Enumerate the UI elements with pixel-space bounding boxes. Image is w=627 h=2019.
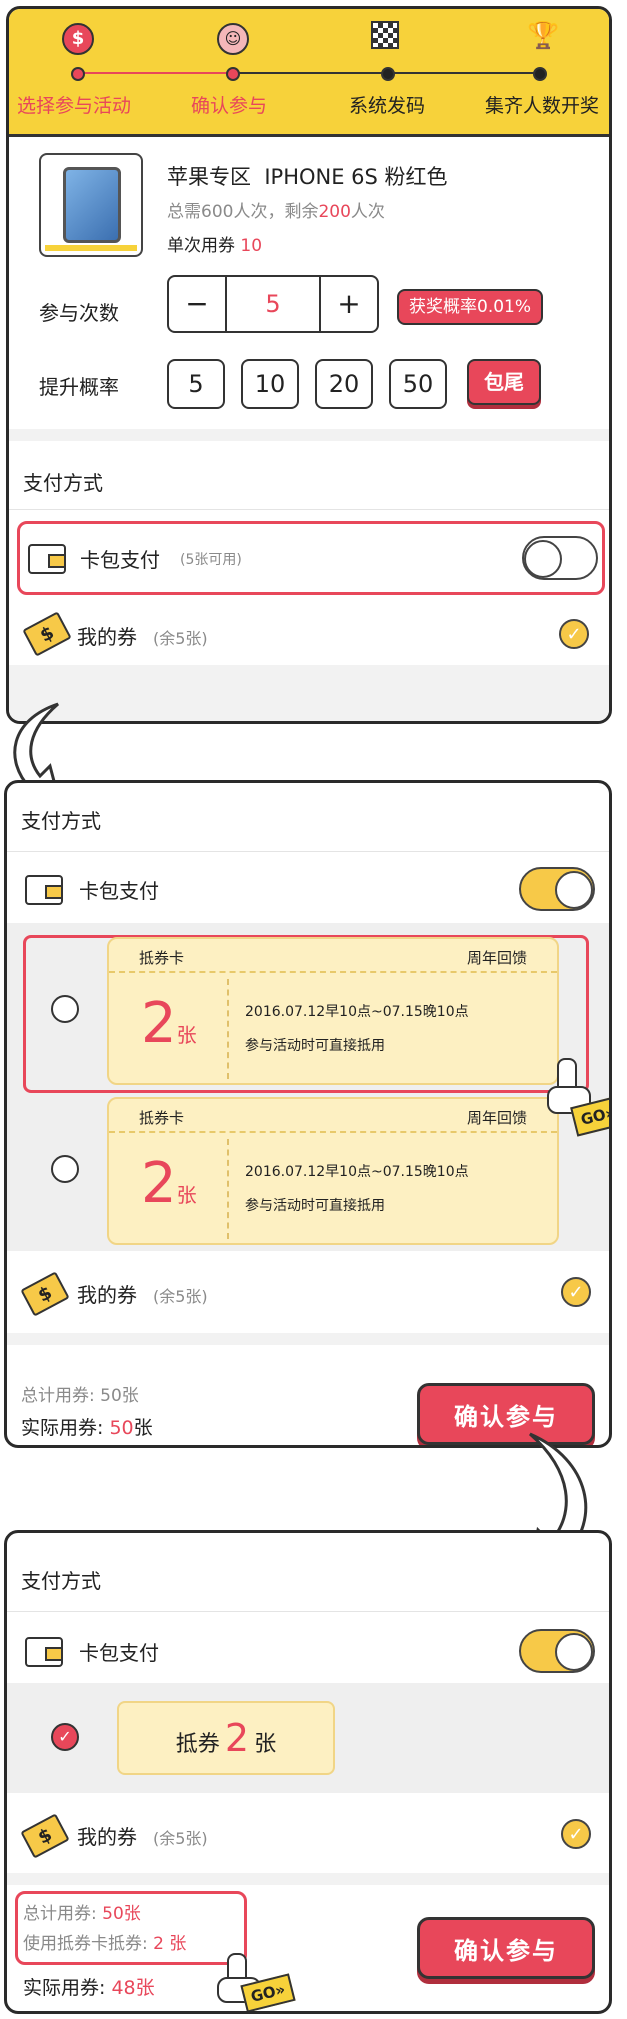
checkered-flag-icon xyxy=(371,21,399,49)
coupon-divider xyxy=(227,1139,229,1239)
coupon-icon: $ xyxy=(20,1813,70,1859)
divider xyxy=(7,1611,609,1612)
coupon-divider xyxy=(227,979,229,1079)
step-3-dot xyxy=(381,67,395,81)
order-panel: $ 选择参与活动 ☺ 确认参与 系统发码 🏆 集齐人数开奖 苹果专区 IPHON… xyxy=(6,6,612,724)
step-1-icon: $ xyxy=(62,23,94,55)
check-icon[interactable]: ✓ xyxy=(559,619,589,649)
coupon-icon: $ xyxy=(20,1271,70,1317)
wallet-icon xyxy=(28,544,66,574)
participate-label: 参与次数 xyxy=(39,301,119,325)
wallet-toggle[interactable] xyxy=(519,1629,595,1673)
my-coupon-hint: (余5张) xyxy=(153,629,208,648)
product-image xyxy=(39,153,143,257)
trophy-icon: 🏆 xyxy=(527,21,560,51)
check-icon[interactable]: ✓ xyxy=(561,1819,591,1849)
wallet-icon xyxy=(25,875,63,905)
section-divider xyxy=(7,1873,609,1885)
product-title: 苹果专区 IPHONE 6S 粉红色 xyxy=(167,165,448,189)
check-icon[interactable]: ✓ xyxy=(561,1277,591,1307)
wallet-pay-hint: (5张可用) xyxy=(180,552,242,568)
wallet-toggle[interactable] xyxy=(519,867,595,911)
wallet-toggle[interactable] xyxy=(522,536,598,580)
selected-check-icon[interactable]: ✓ xyxy=(51,1723,79,1751)
coupon-count: 2张 xyxy=(141,1151,197,1216)
boost-label: 提升概率 xyxy=(39,375,119,399)
step-2-dot xyxy=(226,67,240,81)
total-coupons: 总计用券: 50张 xyxy=(23,1904,141,1924)
my-coupon-label: 我的券 xyxy=(77,1825,137,1849)
step-1-dot xyxy=(71,67,85,81)
coupon-tag: 周年回馈 xyxy=(466,1109,527,1127)
coupon-select-panel: 支付方式 卡包支付 抵券卡 周年回馈 2张 2016.07.12早10点~07.… xyxy=(4,780,612,1448)
step-4-dot xyxy=(533,67,547,81)
deduct-coupons: 使用抵券卡抵券: 2 张 xyxy=(23,1934,187,1954)
coupon-card[interactable]: 抵券卡 周年回馈 2张 2016.07.12早10点~07.15晚10点 参与活… xyxy=(107,1097,559,1245)
step-2-icon: ☺ xyxy=(217,23,249,55)
payment-confirm-panel: 支付方式 卡包支付 ✓ 抵券 2 张 $ 我的券 (余5张) ✓ 总计用券: 5… xyxy=(4,1530,612,2014)
coupon-radio[interactable] xyxy=(51,995,79,1023)
minus-button[interactable]: − xyxy=(169,277,227,331)
pay-method-title: 支付方式 xyxy=(21,809,101,833)
wallet-pay-label: 卡包支付 xyxy=(79,1641,159,1665)
coupon-tag: 周年回馈 xyxy=(466,949,527,967)
my-coupon-hint: (余5张) xyxy=(153,1829,208,1848)
step-2-label[interactable]: 确认参与 xyxy=(191,91,267,118)
buy-all-button[interactable]: 包尾 xyxy=(467,359,541,405)
coupon-type: 抵券卡 xyxy=(139,949,185,967)
my-coupon-hint: (余5张) xyxy=(153,1287,208,1306)
coupon-count: 2张 xyxy=(141,991,197,1056)
confirm-button[interactable]: 确认参与 xyxy=(417,1917,595,1979)
divider xyxy=(7,851,609,852)
section-divider xyxy=(7,1333,609,1345)
section-divider xyxy=(9,665,609,721)
step-4-label[interactable]: 集齐人数开奖 xyxy=(485,91,599,118)
wallet-pay-label: 卡包支付 xyxy=(80,548,160,572)
step-3-label[interactable]: 系统发码 xyxy=(349,91,425,118)
step-1-label[interactable]: 选择参与活动 xyxy=(17,91,131,118)
odds-badge: 获奖概率0.01% xyxy=(397,289,544,325)
wallet-icon xyxy=(25,1637,63,1667)
progress-header: $ 选择参与活动 ☺ 确认参与 系统发码 🏆 集齐人数开奖 xyxy=(9,9,609,137)
progress-line-active xyxy=(77,72,233,74)
wallet-pay-label: 卡包支付 xyxy=(79,879,159,903)
pay-method-title: 支付方式 xyxy=(23,471,103,495)
divider xyxy=(9,509,609,510)
coupon-type: 抵券卡 xyxy=(139,1109,185,1127)
selected-coupon-area: ✓ 抵券 2 张 xyxy=(7,1683,609,1793)
pay-method-title: 支付方式 xyxy=(21,1569,101,1593)
coupon-note: 参与活动时可直接抵用 xyxy=(245,1198,385,1214)
selected-coupon-card[interactable]: 抵券 2 张 xyxy=(117,1701,335,1775)
actual-coupons: 实际用券: 48张 xyxy=(23,1977,155,1999)
coupon-icon: $ xyxy=(22,611,72,657)
plus-button[interactable]: + xyxy=(319,277,377,331)
my-coupon-label: 我的券 xyxy=(77,1283,137,1307)
boost-option-10[interactable]: 10 xyxy=(241,359,299,409)
quantity-stepper: − 5 + xyxy=(167,275,379,333)
quantity-value[interactable]: 5 xyxy=(227,277,319,331)
coupon-date: 2016.07.12早10点~07.15晚10点 xyxy=(245,1164,469,1180)
boost-option-5[interactable]: 5 xyxy=(167,359,225,409)
section-divider xyxy=(9,429,609,441)
coupon-list: 抵券卡 周年回馈 2张 2016.07.12早10点~07.15晚10点 参与活… xyxy=(7,923,609,1251)
product-stock: 总需600人次，剩余200人次 xyxy=(167,202,385,222)
remain-count: 200 xyxy=(318,202,351,222)
coupon-note: 参与活动时可直接抵用 xyxy=(245,1038,385,1054)
coupon-date: 2016.07.12早10点~07.15晚10点 xyxy=(245,1004,469,1020)
total-coupons: 总计用券: 50张 xyxy=(21,1386,139,1406)
boost-option-20[interactable]: 20 xyxy=(315,359,373,409)
wallet-pay-row[interactable]: 卡包支付 (5张可用) xyxy=(17,521,605,595)
coupon-radio[interactable] xyxy=(51,1155,79,1183)
my-coupon-label: 我的券 xyxy=(77,625,137,649)
coupon-card[interactable]: 抵券卡 周年回馈 2张 2016.07.12早10点~07.15晚10点 参与活… xyxy=(107,937,559,1085)
boost-option-50[interactable]: 50 xyxy=(389,359,447,409)
per-coupon: 单次用券 10 xyxy=(167,236,263,256)
actual-coupons: 实际用券: 50张 xyxy=(21,1417,153,1439)
